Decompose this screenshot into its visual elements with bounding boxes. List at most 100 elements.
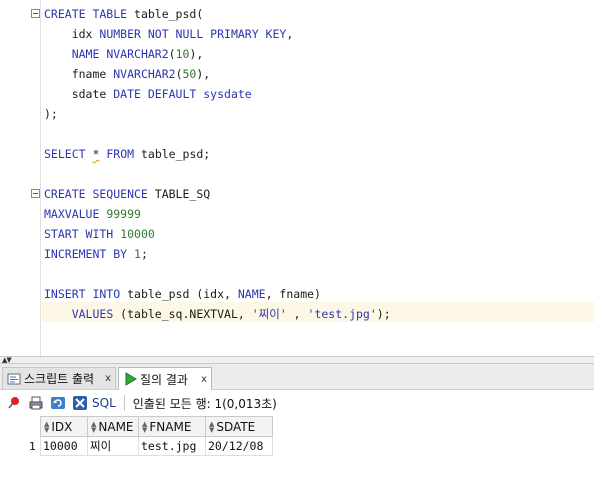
number-literal: 50 xyxy=(182,67,197,81)
string-literal: 'test.jpg' xyxy=(307,307,377,321)
code-token: sdate xyxy=(44,87,114,101)
sort-icon: ▲ ▼ xyxy=(91,420,97,434)
code-token: idx xyxy=(44,27,100,41)
sql-editor[interactable]: CREATE TABLE table_psd( idx NUMBER NOT N… xyxy=(0,0,594,356)
code-token: ), xyxy=(196,67,211,81)
result-toolbar: SQL 인출된 모든 행: 1(0,013초) xyxy=(0,390,594,416)
code-line[interactable]: MAXVALUE 99999 xyxy=(44,204,391,224)
code-line[interactable]: INSERT INTO table_psd (idx, NAME, fname) xyxy=(44,284,391,304)
string-literal: '찌이' xyxy=(251,307,287,321)
code-line[interactable]: VALUES (table_sq.NEXTVAL, '찌이' , 'test.j… xyxy=(44,304,391,324)
tab-script-output[interactable]: 스크립트 출력 x xyxy=(2,367,116,389)
code-line[interactable]: START WITH 10000 xyxy=(44,224,391,244)
sort-icon: ▲ ▼ xyxy=(209,420,215,434)
sql-keyword: NUMBER NOT NULL PRIMARY KEY xyxy=(99,27,287,41)
cancel-query-icon[interactable] xyxy=(72,395,88,411)
code-token: , xyxy=(286,27,294,41)
code-token: TABLE_SQ xyxy=(147,187,211,201)
sort-icon: ▲ ▼ xyxy=(44,420,50,434)
sql-keyword: NAME NVARCHAR2 xyxy=(71,47,169,61)
code-line[interactable]: sdate DATE DEFAULT sysdate xyxy=(44,84,391,104)
code-line[interactable]: fname NVARCHAR2(50), xyxy=(44,64,391,84)
editor-gutter xyxy=(0,0,30,356)
code-line[interactable] xyxy=(44,164,391,184)
code-token: table_psd (idx, xyxy=(120,287,238,301)
script-output-icon xyxy=(7,373,21,384)
code-token: ); xyxy=(44,107,58,121)
sql-keyword: CREATE SEQUENCE xyxy=(44,187,148,201)
column-header-fname[interactable]: ▲ ▼ FNAME xyxy=(138,416,206,437)
close-icon[interactable]: x xyxy=(105,373,111,384)
refresh-icon[interactable] xyxy=(50,395,66,411)
fetch-status-text: 인출된 모든 행: 1(0,013초) xyxy=(132,396,277,411)
number-literal: 10 xyxy=(175,47,190,61)
tab-script-output-label: 스크립트 출력 xyxy=(24,372,95,386)
code-line[interactable]: ); xyxy=(44,104,391,124)
column-header-idx[interactable]: ▲ ▼ IDX xyxy=(40,416,88,437)
sql-keyword: NAME xyxy=(237,287,266,301)
fold-toggle-icon[interactable] xyxy=(31,9,40,18)
panel-splitter[interactable]: ▲▼ xyxy=(0,356,594,364)
sql-keyword: FROM xyxy=(106,147,135,161)
result-grid: ▲ ▼ IDX ▲ ▼ NAME ▲ ▼ FNAME ▲ ▼ SDATE 1 10000 찌이 … xyxy=(0,416,273,456)
code-token: table_psd( xyxy=(127,7,204,21)
sql-keyword: INSERT INTO xyxy=(44,287,121,301)
sort-icon: ▲ ▼ xyxy=(142,420,148,434)
cell-name[interactable]: 찌이 xyxy=(87,436,139,456)
tab-query-result[interactable]: 질의 결과 x xyxy=(118,367,212,390)
code-line[interactable] xyxy=(44,264,391,284)
cell-fname[interactable]: test.jpg xyxy=(138,436,206,456)
code-text[interactable]: CREATE TABLE table_psd( idx NUMBER NOT N… xyxy=(44,4,391,324)
code-line[interactable]: NAME NVARCHAR2(10), xyxy=(44,44,391,64)
number-literal: 10000 xyxy=(120,227,155,241)
code-line[interactable]: INCREMENT BY 1; xyxy=(44,244,391,264)
sql-keyword: DATE DEFAULT sysdate xyxy=(113,87,252,101)
code-line[interactable]: SELECT * FROM table_psd; xyxy=(44,144,391,164)
code-token: table_psd; xyxy=(134,147,211,161)
cell-sdate[interactable]: 20/12/08 xyxy=(205,436,273,456)
editor-gutter-divider xyxy=(40,0,41,356)
pin-icon[interactable] xyxy=(6,395,22,411)
grid-header-row: ▲ ▼ IDX ▲ ▼ NAME ▲ ▼ FNAME ▲ ▼ SDATE xyxy=(0,416,273,437)
code-token: (table_sq.NEXTVAL, xyxy=(113,307,252,321)
code-token: , fname) xyxy=(265,287,321,301)
code-token: ); xyxy=(376,307,391,321)
code-token: fname xyxy=(44,67,114,81)
sql-keyword: INCREMENT BY xyxy=(44,247,128,261)
code-token: ( xyxy=(175,67,183,81)
fold-toggle-icon[interactable] xyxy=(31,189,40,198)
code-line[interactable] xyxy=(44,124,391,144)
code-line[interactable]: CREATE TABLE table_psd( xyxy=(44,4,391,24)
code-token: ( xyxy=(168,47,176,61)
sql-keyword: VALUES xyxy=(71,307,114,321)
run-query-icon xyxy=(125,372,137,386)
collapse-arrows-icon[interactable]: ▲▼ xyxy=(2,356,12,364)
table-row[interactable]: 1 10000 찌이 test.jpg 20/12/08 xyxy=(0,436,273,456)
sql-keyword: NVARCHAR2 xyxy=(113,67,176,81)
print-icon[interactable] xyxy=(28,395,44,411)
code-token: ), xyxy=(189,47,204,61)
output-tab-strip: 스크립트 출력 x 질의 결과 x xyxy=(0,364,594,390)
code-token: ; xyxy=(140,247,148,261)
tab-query-result-label: 질의 결과 xyxy=(140,372,188,387)
sql-keyword: START WITH xyxy=(44,227,114,241)
row-number: 1 xyxy=(29,439,36,453)
row-number-header xyxy=(0,416,41,437)
close-icon[interactable]: x xyxy=(201,374,207,385)
code-line[interactable]: idx NUMBER NOT NULL PRIMARY KEY, xyxy=(44,24,391,44)
column-header-sdate[interactable]: ▲ ▼ SDATE xyxy=(205,416,273,437)
code-line[interactable]: CREATE SEQUENCE TABLE_SQ xyxy=(44,184,391,204)
number-literal: 1 xyxy=(134,247,141,261)
sql-keyword: CREATE TABLE xyxy=(44,7,128,21)
sql-button[interactable]: SQL xyxy=(92,396,116,410)
code-token: , xyxy=(286,307,308,321)
toolbar-divider xyxy=(123,395,125,411)
column-header-name[interactable]: ▲ ▼ NAME xyxy=(87,416,139,437)
cell-idx[interactable]: 10000 xyxy=(40,436,88,456)
sql-keyword: SELECT xyxy=(44,147,86,161)
number-literal: 99999 xyxy=(106,207,141,221)
sql-keyword: MAXVALUE xyxy=(44,207,100,221)
